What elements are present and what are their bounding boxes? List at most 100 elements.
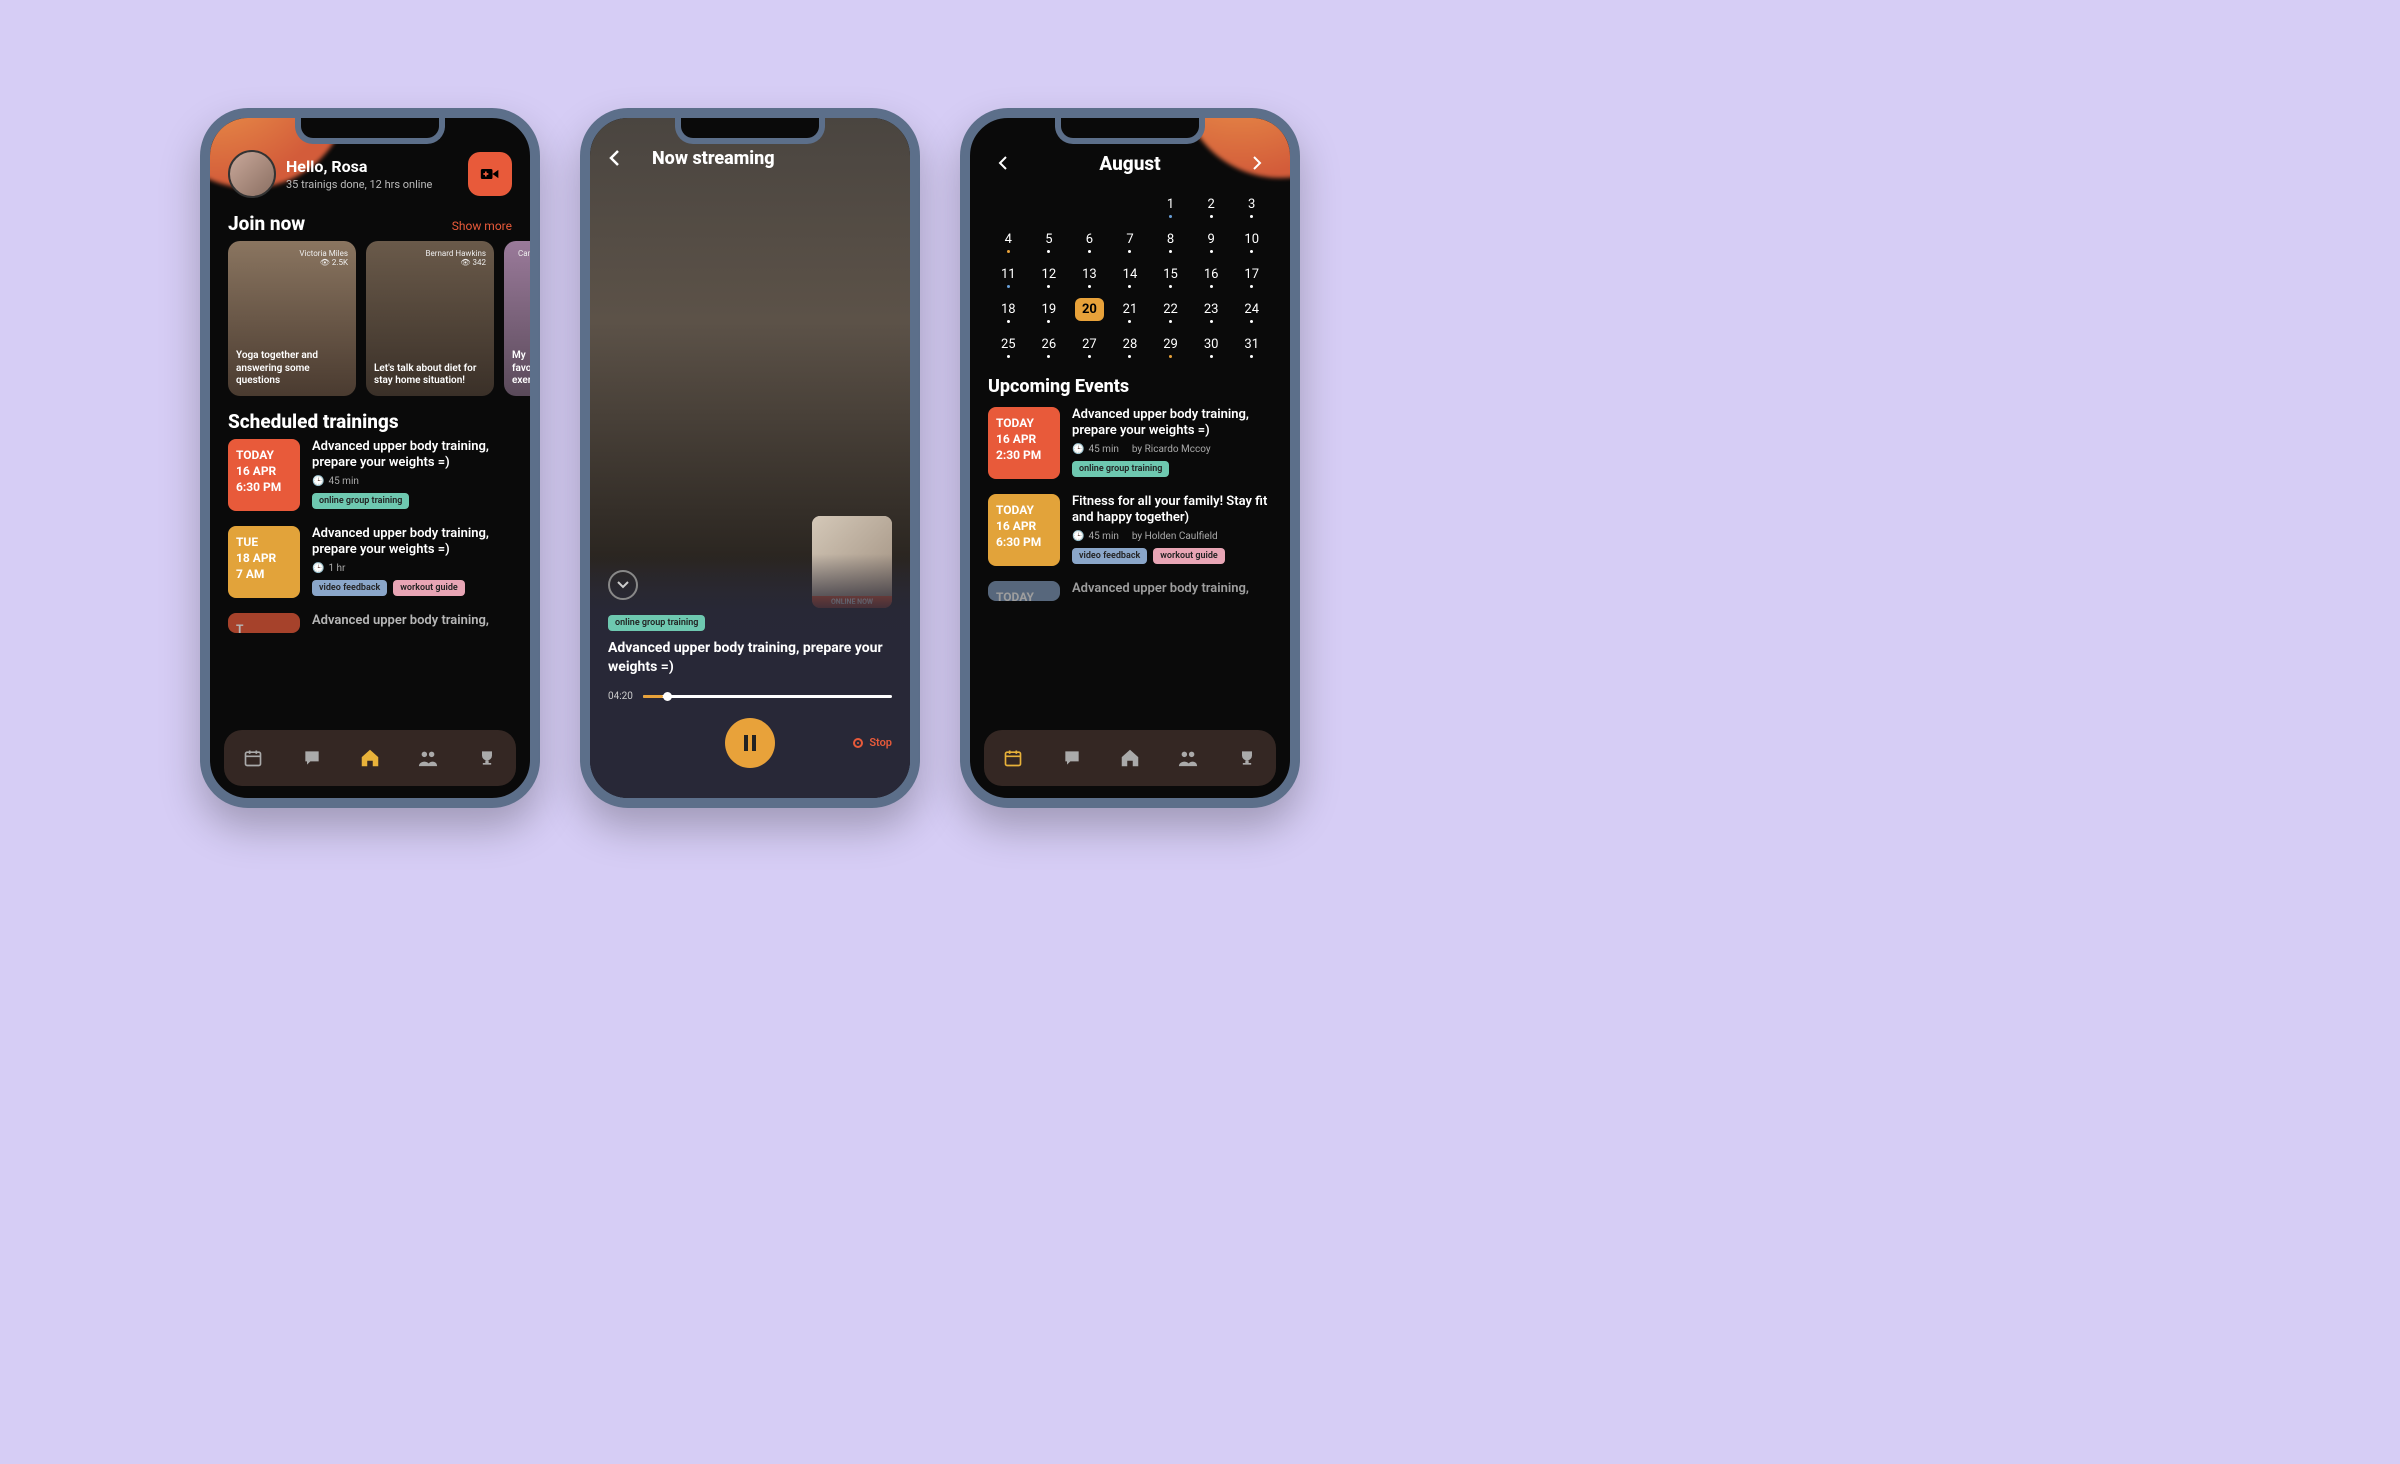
avatar[interactable]: [228, 150, 276, 198]
show-more-link[interactable]: Show more: [452, 219, 512, 233]
calendar-day[interactable]: 7: [1112, 226, 1149, 255]
progress-track[interactable]: [643, 695, 892, 698]
calendar-day[interactable]: 1: [1152, 191, 1189, 220]
event-item[interactable]: TODAY16 APR2:30 PM Advanced upper body t…: [988, 407, 1272, 479]
card-meta: Camero: [512, 249, 530, 258]
calendar-day[interactable]: 8: [1152, 226, 1189, 255]
tab-chat[interactable]: [1061, 747, 1083, 769]
tab-home[interactable]: [1119, 747, 1141, 769]
event-dot: [1007, 285, 1010, 288]
calendar-day[interactable]: 11: [990, 261, 1027, 290]
event-dot: [1250, 355, 1253, 358]
event-dot: [1210, 215, 1213, 218]
event-item[interactable]: TODAY Advanced upper body training,: [988, 581, 1272, 601]
calendar-day[interactable]: 21: [1112, 296, 1149, 325]
pause-button[interactable]: [725, 718, 775, 768]
calendar-day[interactable]: 10: [1233, 226, 1270, 255]
calendar-day[interactable]: 31: [1233, 331, 1270, 360]
chat-icon: [302, 748, 322, 768]
event-title: Advanced upper body training, prepare yo…: [1072, 407, 1272, 441]
live-card[interactable]: Camero My favo exercise: [504, 241, 530, 396]
training-duration: 🕒 45 min: [312, 476, 512, 487]
calendar-day[interactable]: 25: [990, 331, 1027, 360]
tags: online group training: [1072, 461, 1272, 477]
tab-home[interactable]: [359, 747, 381, 769]
event-dot: [1007, 355, 1010, 358]
calendar-day[interactable]: 16: [1193, 261, 1230, 290]
event-info: Advanced upper body training,: [1072, 581, 1272, 601]
tab-calendar[interactable]: [242, 747, 264, 769]
tab-calendar[interactable]: [1002, 747, 1024, 769]
calendar-day[interactable]: 17: [1233, 261, 1270, 290]
chat-icon: [1062, 748, 1082, 768]
tab-trophy[interactable]: [1236, 747, 1258, 769]
event-dot: [1088, 285, 1091, 288]
scheduled-info: Advanced upper body training, prepare yo…: [312, 439, 512, 511]
event-item[interactable]: TODAY16 APR6:30 PM Fitness for all your …: [988, 494, 1272, 566]
scheduled-item[interactable]: TODAY16 APR6:30 PM Advanced upper body t…: [228, 439, 512, 511]
trophy-icon: [477, 748, 497, 768]
calendar-day[interactable]: 12: [1031, 261, 1068, 290]
calendar-screen: August 123456789101112131415161718192021…: [970, 118, 1290, 798]
stop-label: Stop: [869, 736, 892, 749]
stop-button[interactable]: Stop: [853, 736, 892, 749]
event-dot: [1007, 320, 1010, 323]
calendar-day[interactable]: 27: [1071, 331, 1108, 360]
calendar-day[interactable]: 20: [1071, 296, 1108, 325]
event-meta: 🕒 45 min by Holden Caulfield: [1072, 531, 1272, 542]
scheduled-item[interactable]: TUE18 APR7 AM Advanced upper body traini…: [228, 526, 512, 598]
event-title: Advanced upper body training,: [1072, 581, 1272, 598]
tag: online group training: [1072, 461, 1169, 477]
calendar-day[interactable]: 23: [1193, 296, 1230, 325]
join-now-title: Join now: [228, 212, 305, 235]
calendar-day[interactable]: 15: [1152, 261, 1189, 290]
tab-chat[interactable]: [301, 747, 323, 769]
event-dot: [1088, 250, 1091, 253]
calendar-day[interactable]: 22: [1152, 296, 1189, 325]
calendar-day[interactable]: 9: [1193, 226, 1230, 255]
calendar-day[interactable]: 28: [1112, 331, 1149, 360]
live-card[interactable]: Victoria Miles👁 2.5K Yoga together and a…: [228, 241, 356, 396]
stop-icon: [853, 738, 863, 748]
calendar-day[interactable]: 26: [1031, 331, 1068, 360]
training-title: Advanced upper body training, prepare yo…: [312, 439, 512, 473]
calendar-icon: [243, 748, 263, 768]
phone-home: Hello, Rosa 35 trainigs done, 12 hrs onl…: [200, 108, 540, 808]
month-label: August: [1099, 152, 1160, 175]
video-plus-icon: [480, 166, 500, 182]
scheduled-item[interactable]: T Advanced upper body training,: [228, 613, 512, 633]
calendar-day[interactable]: 3: [1233, 191, 1270, 220]
calendar-day[interactable]: 14: [1112, 261, 1149, 290]
calendar-day[interactable]: 24: [1233, 296, 1270, 325]
calendar-day[interactable]: 13: [1071, 261, 1108, 290]
card-title: Yoga together and answering some questio…: [236, 350, 348, 388]
tab-people[interactable]: [417, 747, 439, 769]
calendar-day[interactable]: 2: [1193, 191, 1230, 220]
collapse-button[interactable]: [608, 570, 638, 600]
prev-month-icon[interactable]: [998, 155, 1008, 171]
event-dot: [1210, 250, 1213, 253]
event-title: Fitness for all your family! Stay fit an…: [1072, 494, 1272, 528]
streaming-screen: Now streaming ONLINE NOW online group tr…: [590, 118, 910, 798]
tag: video feedback: [1072, 548, 1147, 564]
scheduled-info: Advanced upper body training,: [312, 613, 512, 633]
calendar-day[interactable]: 4: [990, 226, 1027, 255]
notch: [675, 118, 825, 144]
calendar-day[interactable]: 6: [1071, 226, 1108, 255]
back-icon[interactable]: [608, 149, 620, 167]
calendar-day[interactable]: 30: [1193, 331, 1230, 360]
add-video-button[interactable]: [468, 152, 512, 196]
tab-trophy[interactable]: [476, 747, 498, 769]
calendar-day[interactable]: 5: [1031, 226, 1068, 255]
next-month-icon[interactable]: [1252, 155, 1262, 171]
scheduled-list: TODAY16 APR6:30 PM Advanced upper body t…: [210, 439, 530, 633]
live-cards-row[interactable]: Victoria Miles👁 2.5K Yoga together and a…: [210, 241, 530, 396]
event-dot: [1169, 285, 1172, 288]
calendar-day[interactable]: 18: [990, 296, 1027, 325]
notch: [1055, 118, 1205, 144]
calendar-day[interactable]: 19: [1031, 296, 1068, 325]
tab-people[interactable]: [1177, 747, 1199, 769]
progress-row: 04:20: [608, 691, 892, 702]
live-card[interactable]: Bernard Hawkins👁 342 Let's talk about di…: [366, 241, 494, 396]
calendar-day[interactable]: 29: [1152, 331, 1189, 360]
